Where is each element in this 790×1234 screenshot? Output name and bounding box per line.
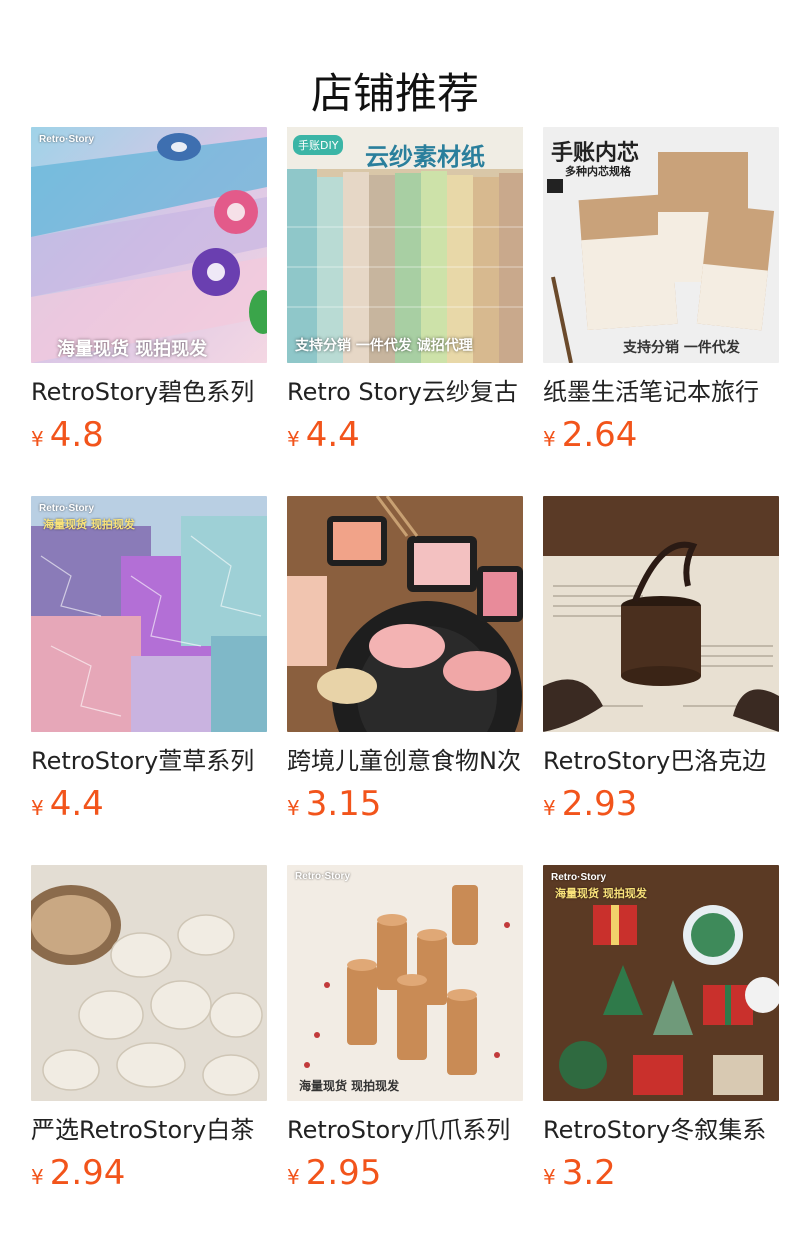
product-name[interactable]: Retro Story云纱复古 <box>287 375 523 409</box>
image-brand-label: Retro·Story <box>551 872 607 883</box>
currency-symbol: ¥ <box>31 427 44 451</box>
product-name[interactable]: RetroStory碧色系列 <box>31 375 267 409</box>
price-amount: 3.2 <box>561 1153 616 1193</box>
product-price: ¥4.8 <box>31 415 104 455</box>
product-image[interactable]: Retro·Story 海量现货 现拍现发 <box>31 127 267 363</box>
currency-symbol: ¥ <box>31 796 44 820</box>
product-price: ¥3.15 <box>287 784 381 824</box>
product-price: ¥2.95 <box>287 1153 381 1193</box>
product-card[interactable]: Retro·Story 海量现货 现拍现发 RetroStory爪爪系列 ¥2.… <box>287 865 523 1234</box>
product-price: ¥2.94 <box>31 1153 125 1193</box>
price-amount: 2.93 <box>561 784 638 824</box>
image-promo-text: 海量现货 现拍现发 <box>57 339 208 360</box>
price-amount: 4.4 <box>305 415 360 455</box>
product-image[interactable] <box>543 496 779 732</box>
product-name[interactable]: 严选RetroStory白茶 <box>31 1113 267 1147</box>
product-name[interactable]: RetroStory萱草系列 <box>31 744 267 778</box>
image-promo-text: 海量现货 现拍现发 <box>299 1079 400 1093</box>
price-amount: 2.64 <box>561 415 638 455</box>
product-name[interactable]: RetroStory冬叙集系 <box>543 1113 779 1147</box>
currency-symbol: ¥ <box>543 796 556 820</box>
product-card[interactable]: 手账内芯 多种内芯规格 支持分销 一件代发 纸墨生活笔记本旅行 ¥2.64 <box>543 127 779 496</box>
price-amount: 2.94 <box>49 1153 126 1193</box>
product-name[interactable]: 纸墨生活笔记本旅行 <box>543 375 779 409</box>
product-card[interactable]: Retro·Story 海量现货 现拍现发 RetroStory碧色系列 ¥4.… <box>31 127 267 496</box>
image-brand-label: Retro·Story <box>39 134 95 145</box>
currency-symbol: ¥ <box>287 427 300 451</box>
product-image[interactable]: 手账DIY 云纱素材纸 支持分销 一件代发 诚招代理 <box>287 127 523 363</box>
image-promo-text: 支持分销 一件代发 诚招代理 <box>295 338 473 354</box>
price-amount: 4.8 <box>49 415 104 455</box>
product-image[interactable]: Retro·Story 海量现货 现拍现发 <box>287 865 523 1101</box>
image-subtitle: 多种内芯规格 <box>565 165 631 178</box>
price-amount: 3.15 <box>305 784 382 824</box>
image-brand-label: Retro·Story <box>295 871 351 882</box>
product-card[interactable]: 跨境儿童创意食物N次 ¥3.15 <box>287 496 523 865</box>
image-promo-text: 支持分销 一件代发 <box>623 340 740 356</box>
currency-symbol: ¥ <box>543 427 556 451</box>
product-card[interactable]: 手账DIY 云纱素材纸 支持分销 一件代发 诚招代理 Retro Story云纱… <box>287 127 523 496</box>
currency-symbol: ¥ <box>543 1165 556 1189</box>
product-card[interactable]: Retro·Story 海量现货 现拍现发 RetroStory冬叙集系 ¥3.… <box>543 865 779 1234</box>
product-name[interactable]: 跨境儿童创意食物N次 <box>287 744 523 778</box>
section-title: 店铺推荐 <box>310 69 479 119</box>
image-promo-text: 海量现货 现拍现发 <box>555 887 647 900</box>
currency-symbol: ¥ <box>287 796 300 820</box>
product-image[interactable]: Retro·Story 海量现货 现拍现发 <box>543 865 779 1101</box>
image-badge: 手账DIY <box>293 135 344 155</box>
product-price: ¥2.64 <box>543 415 637 455</box>
product-card[interactable]: RetroStory巴洛克边 ¥2.93 <box>543 496 779 865</box>
product-card[interactable]: Retro·Story 海量现货 现拍现发 RetroStory萱草系列 ¥4.… <box>31 496 267 865</box>
image-title: 云纱素材纸 <box>365 142 485 171</box>
image-brand-label: Retro·Story <box>39 503 95 514</box>
product-grid: Retro·Story 海量现货 现拍现发 RetroStory碧色系列 ¥4.… <box>31 127 779 1234</box>
image-promo-text: 海量现货 现拍现发 <box>43 518 135 531</box>
product-price: ¥3.2 <box>543 1153 616 1193</box>
product-price: ¥4.4 <box>287 415 360 455</box>
price-amount: 4.4 <box>49 784 104 824</box>
product-card[interactable]: 严选RetroStory白茶 ¥2.94 <box>31 865 267 1234</box>
currency-symbol: ¥ <box>31 1165 44 1189</box>
product-price: ¥4.4 <box>31 784 104 824</box>
product-image[interactable]: 手账内芯 多种内芯规格 支持分销 一件代发 <box>543 127 779 363</box>
product-image[interactable] <box>287 496 523 732</box>
price-amount: 2.95 <box>305 1153 382 1193</box>
product-image[interactable] <box>31 865 267 1101</box>
product-name[interactable]: RetroStory爪爪系列 <box>287 1113 523 1147</box>
product-price: ¥2.93 <box>543 784 637 824</box>
product-image[interactable]: Retro·Story 海量现货 现拍现发 <box>31 496 267 732</box>
currency-symbol: ¥ <box>287 1165 300 1189</box>
product-name[interactable]: RetroStory巴洛克边 <box>543 744 779 778</box>
